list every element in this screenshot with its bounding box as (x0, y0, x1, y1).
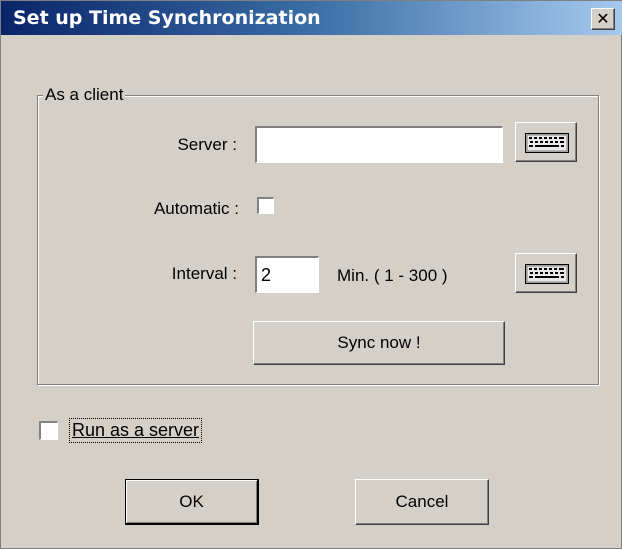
title-bar[interactable]: Set up Time Synchronization ✕ (1, 1, 622, 35)
close-button[interactable]: ✕ (591, 8, 615, 30)
server-label: Server : (177, 135, 237, 154)
client-group-label: As a client (43, 85, 126, 105)
run-as-server-checkbox[interactable] (39, 421, 58, 440)
server-input[interactable] (255, 126, 503, 163)
sync-now-button[interactable]: Sync now ! (253, 321, 505, 365)
window-title: Set up Time Synchronization (13, 7, 321, 29)
automatic-label: Automatic : (153, 199, 239, 218)
close-icon: ✕ (596, 9, 610, 28)
cancel-button[interactable]: Cancel (355, 479, 489, 525)
keyboard-icon (525, 133, 569, 153)
keyboard-icon (525, 264, 569, 284)
time-sync-dialog: Set up Time Synchronization ✕ As a clien… (0, 0, 622, 549)
automatic-checkbox[interactable] (257, 197, 274, 214)
interval-keyboard-button[interactable] (515, 253, 577, 293)
ok-button[interactable]: OK (125, 479, 259, 525)
run-as-server-label[interactable]: Run as a server (68, 418, 203, 443)
interval-unit: Min. ( 1 - 300 ) (337, 266, 448, 285)
interval-label: Interval : (171, 264, 237, 283)
interval-input[interactable] (255, 256, 319, 293)
server-keyboard-button[interactable] (515, 122, 577, 162)
